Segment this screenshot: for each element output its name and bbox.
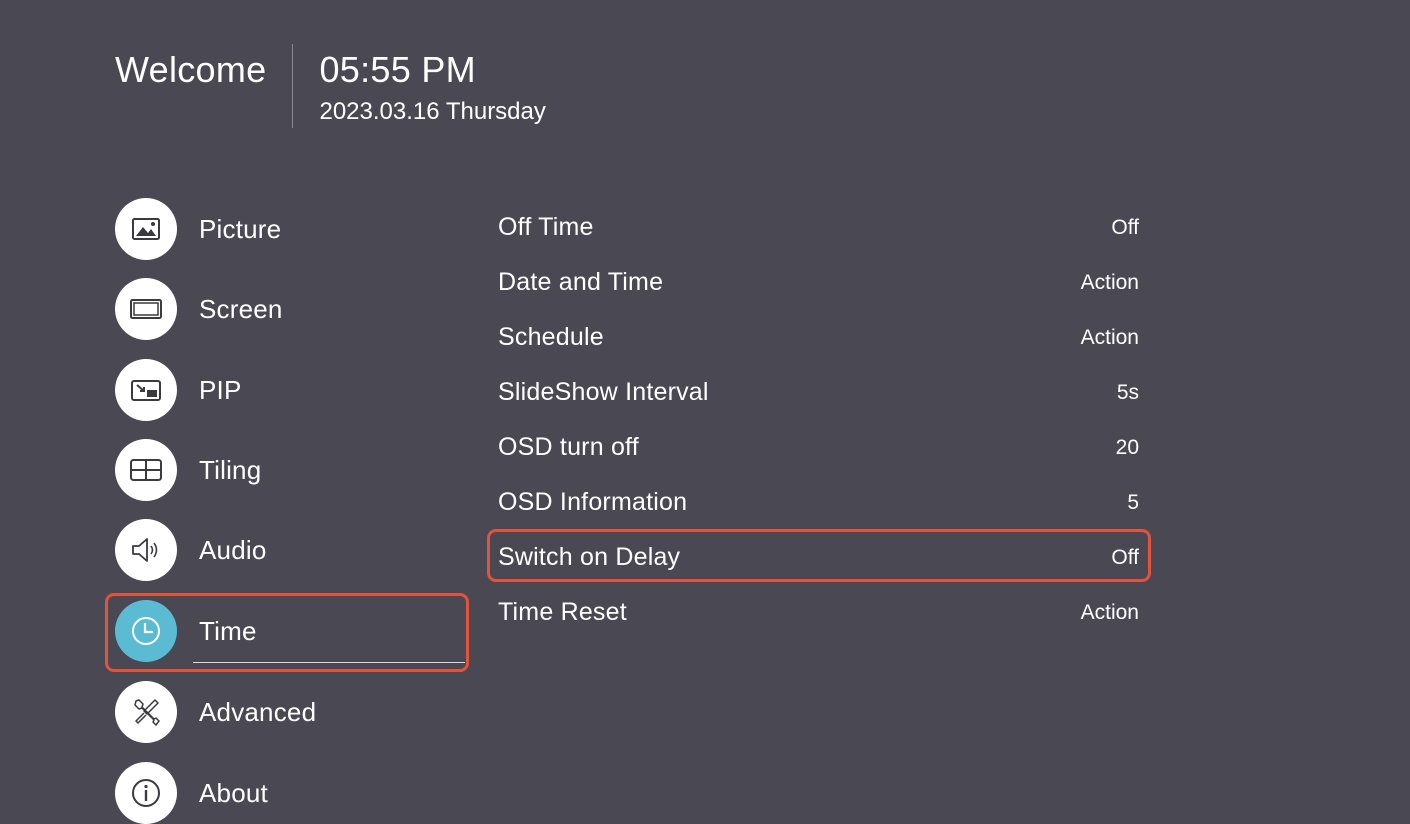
screen-icon <box>115 278 177 340</box>
menu-item-screen[interactable]: Screen <box>115 278 465 340</box>
menu-label-picture: Picture <box>199 213 282 244</box>
menu-item-advanced[interactable]: Advanced <box>115 681 465 743</box>
setting-row-osd-information[interactable]: OSD Information 5 <box>498 475 1139 530</box>
setting-row-switch-on-delay[interactable]: Switch on Delay Off <box>498 530 1139 585</box>
picture-icon <box>115 198 177 260</box>
menu-label-audio: Audio <box>199 534 267 565</box>
setting-row-off-time[interactable]: Off Time Off <box>498 200 1139 255</box>
setting-row-osd-turn-off[interactable]: OSD turn off 20 <box>498 420 1139 475</box>
menu-label-advanced: Advanced <box>199 696 317 727</box>
pip-icon <box>115 359 177 421</box>
setting-label: Date and Time <box>498 268 664 296</box>
setting-label: OSD turn off <box>498 433 639 461</box>
menu-item-picture[interactable]: Picture <box>115 198 465 260</box>
active-underline <box>193 662 465 663</box>
setting-label: Switch on Delay <box>498 543 681 571</box>
setting-value: Action <box>1080 600 1139 624</box>
menu-label-time: Time <box>199 615 257 646</box>
setting-row-slideshow-interval[interactable]: SlideShow Interval 5s <box>498 365 1139 420</box>
menu-item-time[interactable]: Time <box>115 600 465 663</box>
tools-icon <box>115 681 177 743</box>
info-icon <box>115 762 177 824</box>
menu-item-audio[interactable]: Audio <box>115 519 465 581</box>
setting-row-schedule[interactable]: Schedule Action <box>498 310 1139 365</box>
setting-value: Off <box>1111 215 1139 239</box>
setting-label: Schedule <box>498 323 604 351</box>
setting-value: Off <box>1111 545 1139 569</box>
setting-row-date-and-time[interactable]: Date and Time Action <box>498 255 1139 310</box>
setting-value: 5 <box>1127 490 1139 514</box>
setting-value: 20 <box>1115 435 1139 459</box>
menu-item-tiling[interactable]: Tiling <box>115 439 465 501</box>
setting-value: Action <box>1080 270 1139 294</box>
setting-value: 5s <box>1116 380 1139 404</box>
menu-label-screen: Screen <box>199 293 283 324</box>
header: Welcome 05:55 PM 2023.03.16 Thursday <box>115 44 546 128</box>
setting-label: Time Reset <box>498 598 627 626</box>
audio-icon <box>115 519 177 581</box>
welcome-title: Welcome <box>115 49 267 90</box>
menu-item-about[interactable]: About <box>115 762 465 824</box>
clock: 05:55 PM 2023.03.16 Thursday <box>293 44 545 128</box>
menu-item-pip[interactable]: PIP <box>115 359 465 421</box>
tiling-icon <box>115 439 177 501</box>
menu-label-about: About <box>199 777 268 808</box>
current-date: 2023.03.16 Thursday <box>319 98 546 125</box>
clock-icon <box>115 600 177 662</box>
setting-value: Action <box>1080 325 1139 349</box>
current-time: 05:55 PM <box>319 49 476 90</box>
setting-label: Off Time <box>498 213 594 241</box>
setting-row-time-reset[interactable]: Time Reset Action <box>498 585 1139 640</box>
menu-label-tiling: Tiling <box>199 454 262 485</box>
setting-label: SlideShow Interval <box>498 378 709 406</box>
menu-label-pip: PIP <box>199 374 242 405</box>
setting-label: OSD Information <box>498 488 688 516</box>
